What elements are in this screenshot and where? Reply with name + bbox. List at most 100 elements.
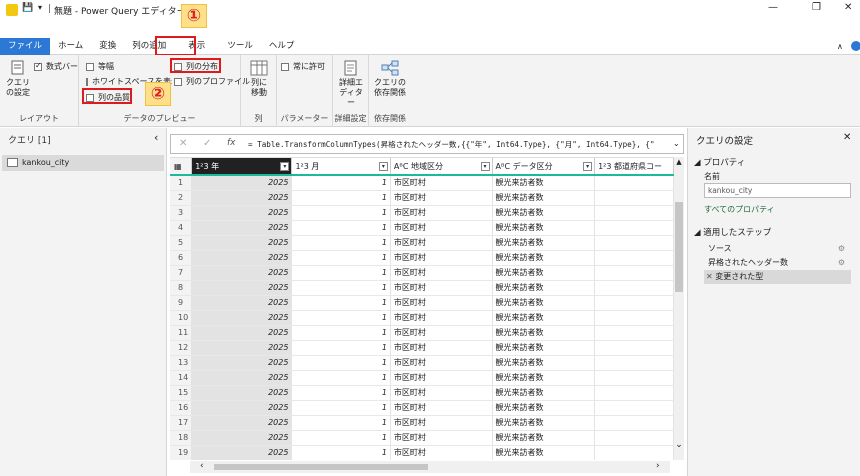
type-icon[interactable]: 1²3 <box>598 162 611 171</box>
cell-data-type[interactable]: 観光来訪者数 <box>492 175 596 191</box>
tab-home[interactable]: ホーム <box>50 38 91 55</box>
cell-month[interactable]: 1 <box>291 175 391 191</box>
cell-region[interactable]: 市区町村 <box>390 415 493 431</box>
minimize-button[interactable]: — <box>768 2 778 13</box>
column-profile-checkbox[interactable]: 列のプロファイル <box>174 76 250 87</box>
tab-tools[interactable]: ツール <box>219 38 261 55</box>
column-header-data-type[interactable]: AᴮC データ区分 ▾ <box>492 158 596 176</box>
cell-prefecture-code[interactable] <box>594 355 674 371</box>
cell-data-type[interactable]: 観光来訪者数 <box>492 370 596 386</box>
filter-dropdown-icon[interactable]: ▾ <box>280 162 290 171</box>
cell-year[interactable]: 2025 <box>191 280 293 296</box>
all-properties-link[interactable]: すべてのプロパティ <box>704 204 775 215</box>
cell-data-type[interactable]: 観光来訪者数 <box>492 190 596 206</box>
cell-region[interactable]: 市区町村 <box>390 265 493 281</box>
formula-input[interactable]: = Table.TransformColumnTypes(昇格されたヘッダー数,… <box>248 139 670 150</box>
quick-access-dropdown-icon[interactable]: ▾ <box>38 3 42 12</box>
cell-year[interactable]: 2025 <box>191 205 293 221</box>
cell-region[interactable]: 市区町村 <box>390 400 493 416</box>
cell-month[interactable]: 1 <box>291 310 391 326</box>
query-settings-button[interactable]: クエリ の設定 <box>4 60 32 98</box>
cell-year[interactable]: 2025 <box>191 295 293 311</box>
filter-dropdown-icon[interactable]: ▾ <box>583 162 593 171</box>
query-item[interactable]: kankou_city <box>2 155 164 171</box>
advanced-editor-button[interactable]: 詳細エ ディター <box>336 60 366 108</box>
cell-month[interactable]: 1 <box>291 220 391 236</box>
filter-dropdown-icon[interactable]: ▾ <box>378 162 388 171</box>
cell-prefecture-code[interactable] <box>594 415 674 431</box>
table-row[interactable]: 2 2025 1 市区町村 観光来訪者数 <box>170 190 674 206</box>
cell-region[interactable]: 市区町村 <box>390 430 493 446</box>
cell-data-type[interactable]: 観光来訪者数 <box>492 415 596 431</box>
type-icon[interactable]: 1²3 <box>295 162 308 171</box>
cell-month[interactable]: 1 <box>291 190 391 206</box>
cell-year[interactable]: 2025 <box>191 400 293 416</box>
table-row[interactable]: 8 2025 1 市区町村 観光来訪者数 <box>170 280 674 296</box>
scroll-thumb[interactable] <box>675 202 683 292</box>
table-row[interactable]: 17 2025 1 市区町村 観光来訪者数 <box>170 415 674 431</box>
cell-prefecture-code[interactable] <box>594 340 674 356</box>
cell-data-type[interactable]: 観光来訪者数 <box>492 355 596 371</box>
cell-prefecture-code[interactable] <box>594 445 674 460</box>
cell-data-type[interactable]: 観光来訪者数 <box>492 325 596 341</box>
cell-month[interactable]: 1 <box>291 430 391 446</box>
cell-prefecture-code[interactable] <box>594 175 674 191</box>
cell-month[interactable]: 1 <box>291 205 391 221</box>
goto-column-button[interactable]: 列に 移動 <box>245 60 273 98</box>
cell-region[interactable]: 市区町村 <box>390 355 493 371</box>
scroll-left-icon[interactable]: ‹ <box>200 461 204 471</box>
table-row[interactable]: 5 2025 1 市区町村 観光来訪者数 <box>170 235 674 251</box>
table-row[interactable]: 19 2025 1 市区町村 観光来訪者数 <box>170 445 674 460</box>
table-row[interactable]: 7 2025 1 市区町村 観光来訪者数 <box>170 265 674 281</box>
cell-month[interactable]: 1 <box>291 415 391 431</box>
cell-year[interactable]: 2025 <box>191 265 293 281</box>
cell-month[interactable]: 1 <box>291 250 391 266</box>
cell-region[interactable]: 市区町村 <box>390 370 493 386</box>
table-menu-icon[interactable]: ▦ <box>170 158 193 176</box>
cell-data-type[interactable]: 観光来訪者数 <box>492 430 596 446</box>
cell-prefecture-code[interactable] <box>594 235 674 251</box>
cell-prefecture-code[interactable] <box>594 310 674 326</box>
cell-region[interactable]: 市区町村 <box>390 220 493 236</box>
cell-data-type[interactable]: 観光来訪者数 <box>492 205 596 221</box>
tab-transform[interactable]: 変換 <box>91 38 124 55</box>
expand-formula-icon[interactable]: ⌄ <box>673 139 680 148</box>
monospaced-checkbox[interactable]: 等幅 <box>86 61 114 72</box>
cell-prefecture-code[interactable] <box>594 325 674 341</box>
scroll-down-icon[interactable]: ⌄ <box>674 440 684 450</box>
table-row[interactable]: 6 2025 1 市区町村 観光来訪者数 <box>170 250 674 266</box>
table-row[interactable]: 1 2025 1 市区町村 観光来訪者数 <box>170 175 674 191</box>
collapse-queries-icon[interactable]: ‹ <box>154 131 158 144</box>
cell-region[interactable]: 市区町村 <box>390 190 493 206</box>
cell-month[interactable]: 1 <box>291 235 391 251</box>
step-source[interactable]: ソース ⚙ <box>704 242 851 256</box>
query-dependencies-button[interactable]: クエリの 依存関係 <box>372 60 408 98</box>
cell-year[interactable]: 2025 <box>191 325 293 341</box>
cell-data-type[interactable]: 観光来訪者数 <box>492 280 596 296</box>
cell-prefecture-code[interactable] <box>594 430 674 446</box>
cell-year[interactable]: 2025 <box>191 175 293 191</box>
cell-month[interactable]: 1 <box>291 265 391 281</box>
fx-icon[interactable]: fx <box>227 138 236 148</box>
save-icon[interactable]: 💾 <box>22 3 33 13</box>
table-row[interactable]: 15 2025 1 市区町村 観光来訪者数 <box>170 385 674 401</box>
cell-prefecture-code[interactable] <box>594 205 674 221</box>
cell-prefecture-code[interactable] <box>594 295 674 311</box>
cell-prefecture-code[interactable] <box>594 385 674 401</box>
properties-header[interactable]: ◢ プロパティ <box>694 156 745 168</box>
type-icon[interactable]: 1²3 <box>195 162 208 171</box>
commit-formula-icon[interactable]: ✓ <box>203 138 211 149</box>
cell-prefecture-code[interactable] <box>594 370 674 386</box>
cell-region[interactable]: 市区町村 <box>390 280 493 296</box>
cell-month[interactable]: 1 <box>291 355 391 371</box>
tab-file[interactable]: ファイル <box>0 38 51 55</box>
cell-region[interactable]: 市区町村 <box>390 235 493 251</box>
column-header-prefecture-code[interactable]: 1²3 都道府県コー <box>594 158 674 176</box>
cell-month[interactable]: 1 <box>291 400 391 416</box>
cell-year[interactable]: 2025 <box>191 370 293 386</box>
cell-region[interactable]: 市区町村 <box>390 325 493 341</box>
formula-bar-checkbox[interactable]: 数式バー <box>34 61 78 72</box>
table-row[interactable]: 12 2025 1 市区町村 観光来訪者数 <box>170 340 674 356</box>
tab-help[interactable]: ヘルプ <box>261 38 303 55</box>
applied-steps-header[interactable]: ◢ 適用したステップ <box>694 226 771 238</box>
